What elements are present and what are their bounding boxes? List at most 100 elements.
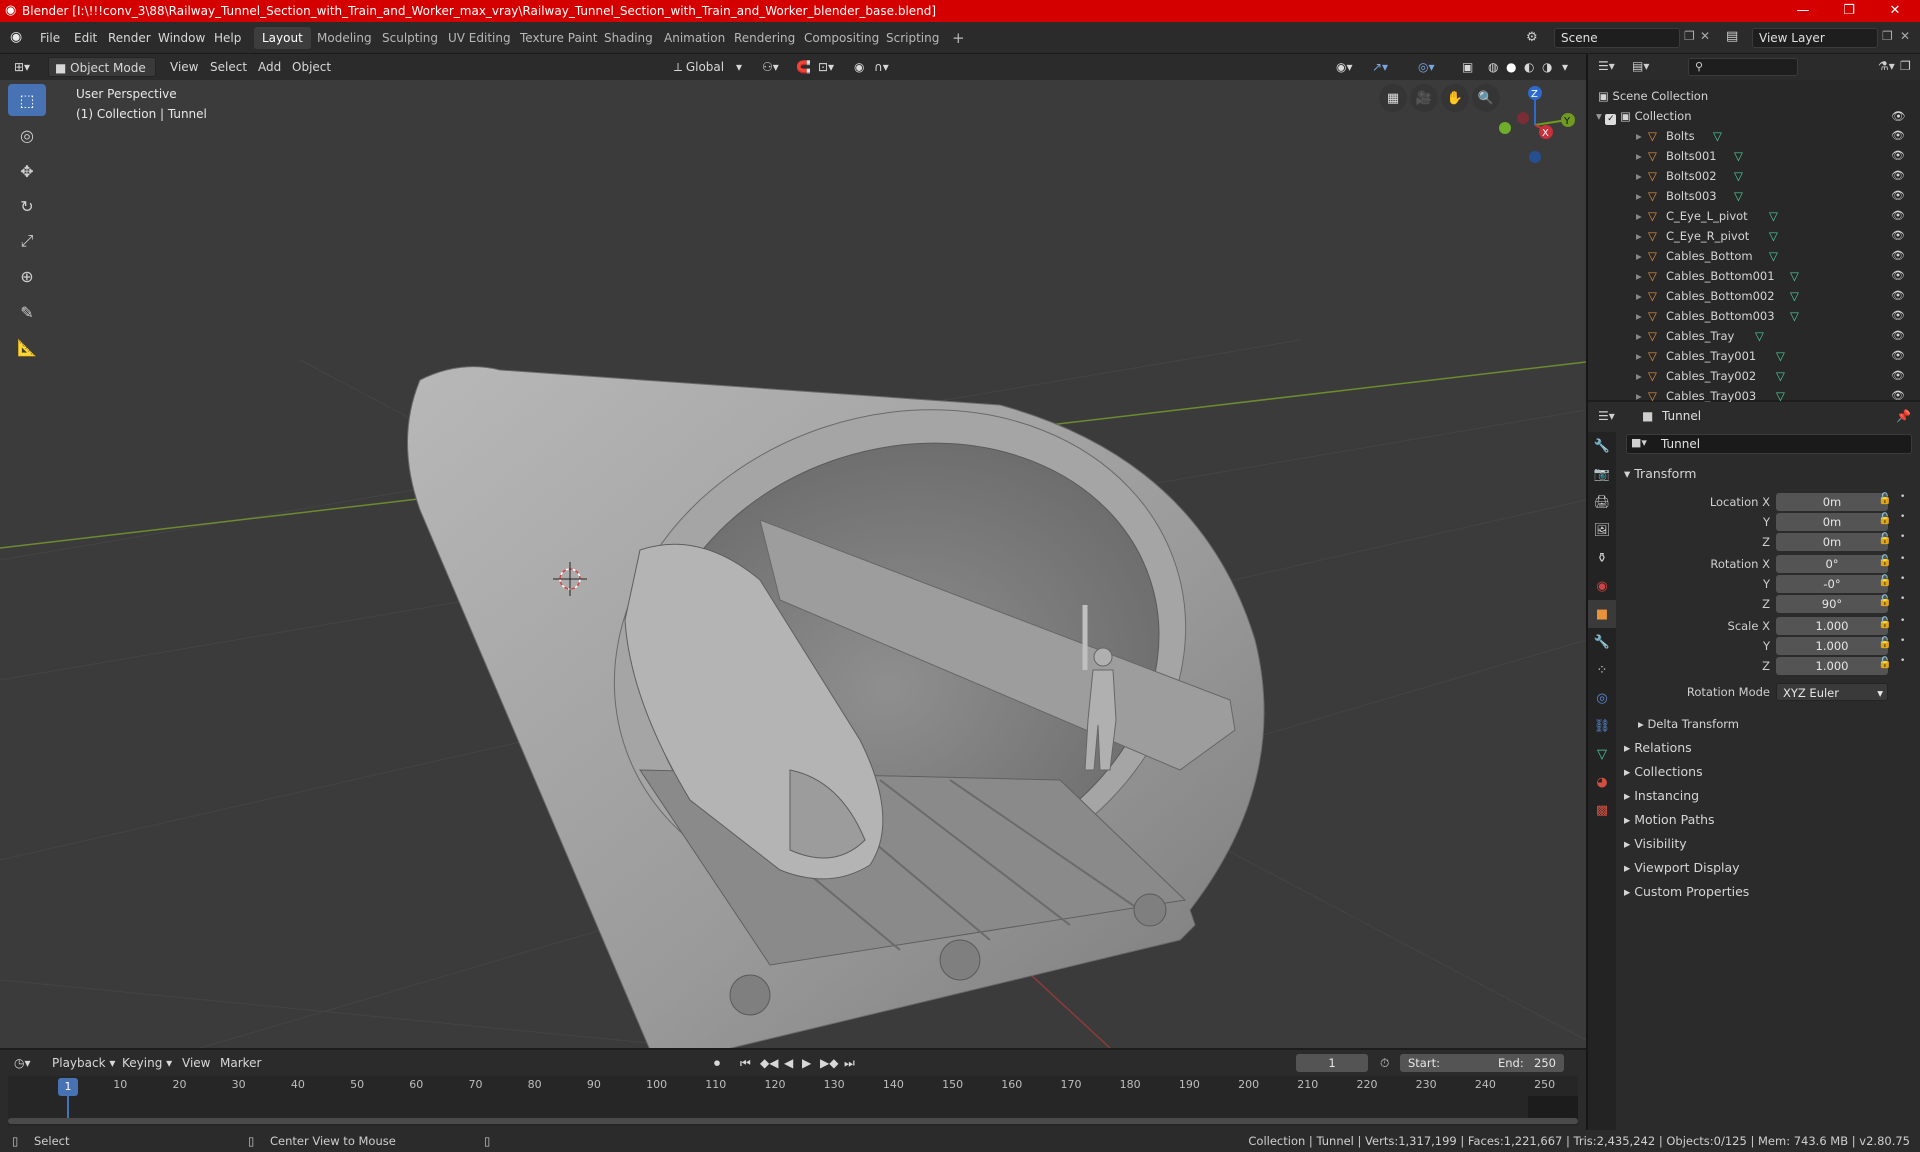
eye-icon[interactable]: 👁: [1891, 186, 1905, 206]
outliner-item[interactable]: ▸ ▽ Bolts ▽ 👁: [1588, 126, 1920, 146]
object-tab-icon[interactable]: ■: [1588, 600, 1616, 628]
snap-target-icon[interactable]: ⊡▾: [812, 57, 840, 77]
view-layer-field[interactable]: View Layer: [1752, 28, 1878, 48]
panel-motion-paths[interactable]: ▸ Motion Paths: [1624, 808, 1914, 832]
outliner-item[interactable]: ▸ ▽ Cables_Tray001 ▽ 👁: [1588, 346, 1920, 366]
tab-compositing[interactable]: Compositing: [796, 27, 887, 49]
keyframe-dot-icon[interactable]: •: [1900, 554, 1905, 564]
tab-modeling[interactable]: Modeling: [309, 27, 380, 49]
material-tab-icon[interactable]: ◕: [1588, 768, 1616, 796]
outliner-item[interactable]: ▸ ▽ Cables_Bottom ▽ 👁: [1588, 246, 1920, 266]
expand-arrow-icon[interactable]: ▸: [1636, 366, 1642, 386]
close-window-button[interactable]: ✕: [1872, 0, 1918, 22]
world-tab-icon[interactable]: ◉: [1588, 572, 1616, 600]
texture-tab-icon[interactable]: ▩: [1588, 796, 1616, 824]
lock-icon[interactable]: 🔓: [1878, 574, 1892, 587]
expand-arrow-icon[interactable]: ▸: [1636, 306, 1642, 326]
timeline-menu-playback[interactable]: Playback ▾: [46, 1053, 121, 1073]
keyframe-dot-icon[interactable]: •: [1900, 594, 1905, 604]
transform-panel-header[interactable]: ▾ Transform: [1624, 462, 1914, 486]
viewport-menu-add[interactable]: Add: [252, 57, 287, 77]
rotation-z-field[interactable]: 90°: [1776, 595, 1888, 613]
mode-selector[interactable]: ■ Object Mode▾: [48, 57, 156, 95]
view-layer-icon[interactable]: ▤: [1726, 29, 1738, 44]
delta-transform-subpanel[interactable]: ▸ Delta Transform: [1638, 712, 1914, 736]
transform-tool-icon[interactable]: ⊕: [8, 260, 46, 292]
jump-end-icon[interactable]: ⏭: [838, 1053, 861, 1073]
scene-selector-icon[interactable]: ⚙: [1526, 30, 1538, 45]
record-button-icon[interactable]: ⏺: [708, 1053, 726, 1073]
shading-options-icon[interactable]: ▾: [1556, 57, 1574, 77]
display-mode-icon[interactable]: ▤▾: [1632, 59, 1649, 73]
tunnel-model[interactable]: [407, 337, 1265, 1048]
expand-arrow-icon[interactable]: ▸: [1636, 346, 1642, 366]
toggle-camera-ortho-icon[interactable]: ▦: [1379, 84, 1407, 112]
scale-z-field[interactable]: 1.000: [1776, 657, 1888, 675]
blender-menu-icon[interactable]: ◉: [10, 29, 22, 45]
tool-tab-icon[interactable]: 🔧: [1588, 432, 1616, 460]
lock-icon[interactable]: 🔓: [1878, 594, 1892, 607]
end-frame-field[interactable]: End: 250: [1490, 1054, 1564, 1072]
new-collection-icon[interactable]: ❐: [1900, 59, 1911, 73]
expand-arrow-icon[interactable]: ▸: [1636, 146, 1642, 166]
new-view-layer-icon[interactable]: ❐: [1882, 29, 1893, 43]
scale-tool-icon[interactable]: ⤢: [8, 225, 46, 257]
tab-sculpting[interactable]: Sculpting: [374, 27, 446, 49]
keyframe-dot-icon[interactable]: •: [1900, 616, 1905, 626]
keyframe-dot-icon[interactable]: •: [1900, 512, 1905, 522]
rotation-y-field[interactable]: -0°: [1776, 575, 1888, 593]
maximize-button[interactable]: ❐: [1826, 0, 1872, 22]
delete-scene-icon[interactable]: ✕: [1700, 29, 1710, 43]
keyframe-dot-icon[interactable]: •: [1900, 492, 1905, 502]
scale-x-field[interactable]: 1.000: [1776, 617, 1888, 635]
pin-icon[interactable]: 📌: [1896, 409, 1911, 423]
expand-arrow-icon[interactable]: ▸: [1636, 286, 1642, 306]
eye-icon[interactable]: 👁: [1891, 286, 1905, 306]
outliner-item[interactable]: ▸ ▽ Bolts002 ▽ 👁: [1588, 166, 1920, 186]
expand-arrow-icon[interactable]: ▸: [1636, 326, 1642, 346]
eye-icon[interactable]: 👁: [1891, 126, 1905, 146]
overlay-toggle-icon[interactable]: ◎▾: [1412, 57, 1441, 77]
navigation-gizmo[interactable]: Z Y X: [1490, 80, 1580, 170]
constraints-tab-icon[interactable]: ⛓: [1588, 712, 1616, 740]
3d-viewport[interactable]: Z Y X ▦ 🎥 ✋ 🔍: [0, 80, 1586, 1048]
new-scene-icon[interactable]: ❐: [1684, 29, 1695, 43]
gizmo-toggle-icon[interactable]: ↗▾: [1366, 57, 1394, 77]
outliner-item[interactable]: ▸ ▽ Cables_Bottom001 ▽ 👁: [1588, 266, 1920, 286]
eye-icon[interactable]: 👁: [1891, 366, 1905, 386]
physics-tab-icon[interactable]: ◎: [1588, 684, 1616, 712]
properties-editor-type-icon[interactable]: ☰▾: [1598, 409, 1615, 423]
panel-relations[interactable]: ▸ Relations: [1624, 736, 1914, 760]
annotate-tool-icon[interactable]: ✎: [8, 296, 46, 328]
camera-view-icon[interactable]: 🎥: [1410, 84, 1438, 112]
minimize-button[interactable]: —: [1780, 0, 1826, 22]
scene-tab-icon[interactable]: ⚱: [1588, 544, 1616, 572]
expand-arrow-icon[interactable]: ▸: [1636, 166, 1642, 186]
tab-layout[interactable]: Layout: [254, 27, 311, 49]
eye-icon[interactable]: 👁: [1891, 266, 1905, 286]
visibility-filter-icon[interactable]: ◉▾: [1330, 57, 1359, 77]
keyframe-dot-icon[interactable]: •: [1900, 636, 1905, 646]
outliner-item[interactable]: ▸ ▽ Bolts003 ▽ 👁: [1588, 186, 1920, 206]
keyframe-dot-icon[interactable]: •: [1900, 532, 1905, 542]
outliner-item[interactable]: ▸ ▽ Cables_Tray002 ▽ 👁: [1588, 366, 1920, 386]
stopwatch-icon[interactable]: ⏱: [1374, 1053, 1395, 1073]
timeline-scrollbar[interactable]: [8, 1118, 1578, 1124]
eye-icon[interactable]: 👁: [1891, 306, 1905, 326]
panel-custom-properties[interactable]: ▸ Custom Properties: [1624, 880, 1914, 904]
eye-icon[interactable]: 👁: [1891, 226, 1905, 246]
tab-rendering[interactable]: Rendering: [726, 27, 803, 49]
measure-tool-icon[interactable]: 📐: [8, 331, 46, 363]
expand-arrow-icon[interactable]: ▸: [1636, 246, 1642, 266]
output-tab-icon[interactable]: 🖨: [1588, 488, 1616, 516]
scene-field[interactable]: Scene: [1554, 28, 1680, 48]
menu-window[interactable]: Window: [152, 28, 211, 48]
scale-y-field[interactable]: 1.000: [1776, 637, 1888, 655]
eye-icon[interactable]: 👁: [1891, 166, 1905, 186]
viewport-menu-select[interactable]: Select: [204, 57, 253, 77]
modifier-tab-icon[interactable]: 🔧: [1588, 628, 1616, 656]
outliner-collection-row[interactable]: ▾ ✓ ▣ Collection 👁: [1596, 106, 1914, 126]
rotation-x-field[interactable]: 0°: [1776, 555, 1888, 573]
cursor-tool-icon[interactable]: ◎: [8, 119, 46, 151]
current-frame-field[interactable]: 1: [1296, 1054, 1368, 1072]
